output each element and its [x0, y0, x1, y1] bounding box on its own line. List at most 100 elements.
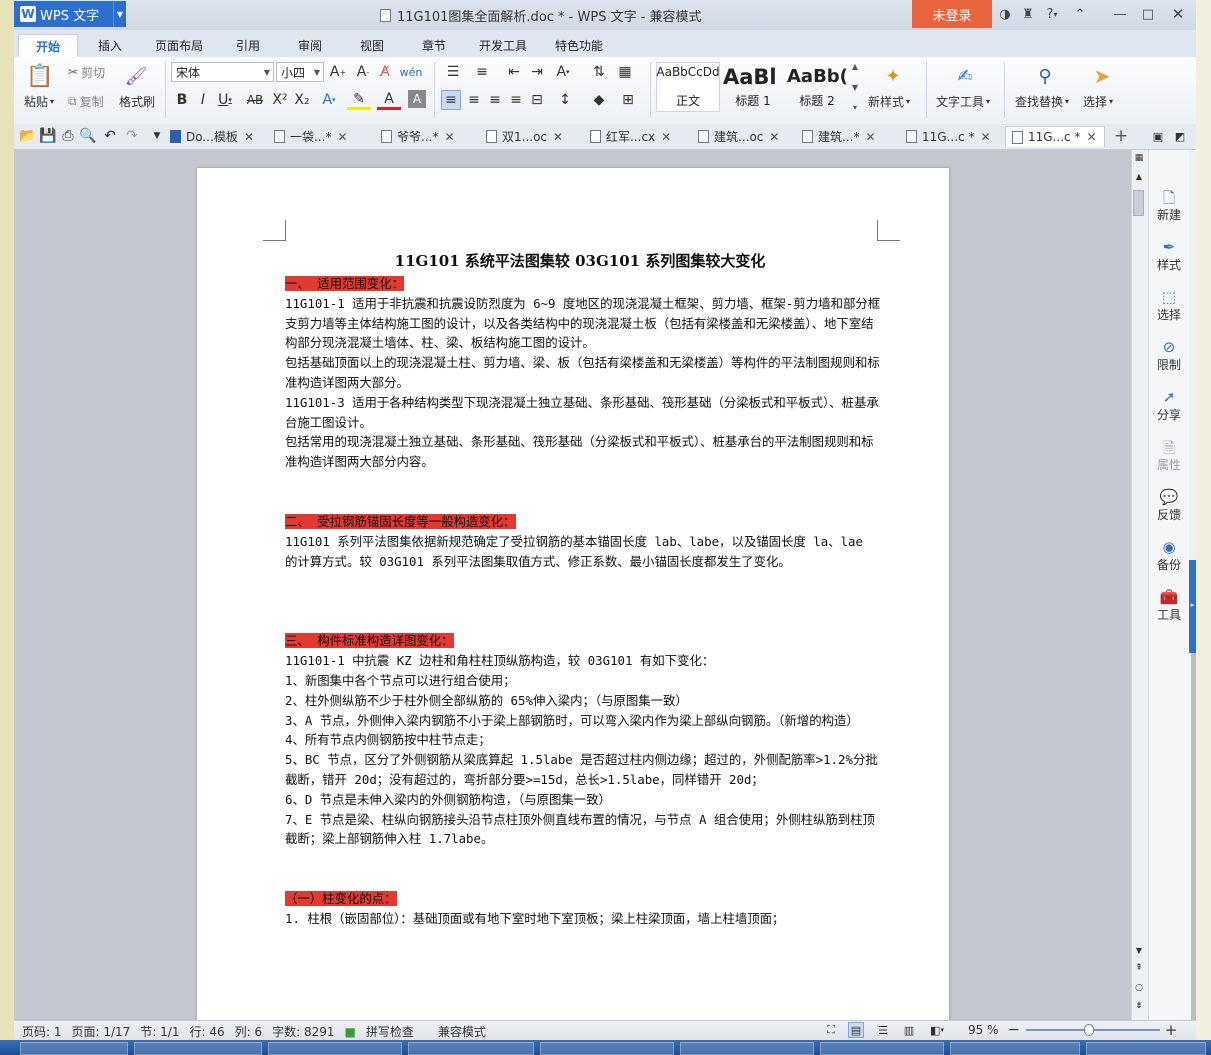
- paste-icon[interactable]: 📋: [26, 62, 54, 90]
- shading-icon[interactable]: ◆: [586, 90, 612, 110]
- fullscreen-icon[interactable]: ⛶: [824, 1022, 838, 1038]
- tab-list-icon[interactable]: ▣: [1150, 128, 1166, 144]
- scrollbar-thumb[interactable]: [1133, 190, 1144, 216]
- bold-icon[interactable]: B: [174, 90, 190, 110]
- cut-button[interactable]: ✂ 剪切: [68, 64, 105, 80]
- style-gallery-scroll[interactable]: ▲ ▼ ▾: [849, 62, 861, 112]
- doc-tab[interactable]: Do...模板 ✕: [170, 126, 266, 147]
- copy-button[interactable]: ⧉ 复制: [68, 93, 104, 109]
- align-center-icon[interactable]: ≡: [464, 90, 484, 110]
- panel-property-button[interactable]: 🗎 属性: [1148, 438, 1190, 473]
- new-style-button[interactable]: 新样式 ▾: [868, 93, 910, 109]
- taskbar-item[interactable]: [268, 1042, 402, 1055]
- doc-tab[interactable]: 红军...cx ✕: [590, 126, 686, 147]
- select-button[interactable]: 选择 ▾: [1083, 93, 1113, 109]
- tab-page-layout[interactable]: 页面布局: [146, 34, 212, 56]
- browse-object-icon[interactable]: ○: [1133, 982, 1145, 994]
- doc-tab-active[interactable]: 11G...c * ✕: [1005, 126, 1105, 147]
- decrease-indent-icon[interactable]: ⇤: [505, 62, 523, 82]
- distribute-icon[interactable]: ⊟: [527, 90, 547, 110]
- open-folder-icon[interactable]: 📂: [19, 128, 36, 144]
- tab-menu-icon[interactable]: ◩: [1172, 128, 1188, 144]
- find-replace-button[interactable]: 查找替换 ▾: [1015, 93, 1069, 109]
- ribbon-collapse-icon[interactable]: ⌃: [1070, 4, 1090, 24]
- format-painter-icon[interactable]: 🖌: [122, 62, 150, 90]
- bullet-list-icon[interactable]: ☰: [441, 62, 465, 82]
- chevron-down-icon[interactable]: ▼: [113, 1, 126, 27]
- tab-developer[interactable]: 开发工具: [470, 34, 536, 56]
- taskbar-item[interactable]: [20, 1042, 128, 1055]
- panel-backup-button[interactable]: ◉ 备份: [1148, 538, 1190, 573]
- web-view-icon[interactable]: ▥: [902, 1022, 916, 1038]
- login-button[interactable]: 未登录: [912, 0, 992, 28]
- close-window-button[interactable]: ✕: [1166, 4, 1190, 24]
- format-painter-button[interactable]: 格式刷: [119, 93, 155, 109]
- taskbar-item[interactable]: [820, 1042, 944, 1055]
- shrink-font-icon[interactable]: A-: [355, 62, 371, 82]
- pinyin-icon[interactable]: wén: [400, 62, 423, 82]
- skin-icon[interactable]: ◑: [995, 4, 1015, 24]
- subscript-icon[interactable]: X₂: [294, 90, 310, 110]
- panel-select-button[interactable]: ⬚ 选择: [1148, 288, 1190, 323]
- close-icon[interactable]: ✕: [337, 130, 347, 144]
- close-icon[interactable]: ✕: [244, 130, 254, 144]
- sort-icon[interactable]: ⇅: [588, 62, 610, 82]
- text-effect-icon[interactable]: A ▾: [317, 90, 341, 110]
- tab-features[interactable]: 特色功能: [546, 34, 612, 56]
- clear-format-icon[interactable]: A̸: [377, 62, 393, 82]
- style-heading-1[interactable]: AaBl 标题 1: [722, 62, 784, 112]
- close-icon[interactable]: ✕: [769, 130, 779, 144]
- doc-tab[interactable]: 一袋...* ✕: [274, 126, 370, 147]
- justify-icon[interactable]: ≡: [506, 90, 526, 110]
- redo-icon[interactable]: ↷: [124, 128, 140, 144]
- asian-layout-icon[interactable]: A ▾: [550, 62, 576, 82]
- increase-indent-icon[interactable]: ⇥: [528, 62, 546, 82]
- spell-check-toggle[interactable]: ■ 拼写检查: [345, 1023, 424, 1040]
- paste-button[interactable]: 粘贴 ▾: [24, 93, 54, 109]
- strikethrough-icon[interactable]: AB: [242, 90, 268, 110]
- table-borders-icon[interactable]: ▦: [616, 62, 634, 82]
- vertical-scrollbar[interactable]: [1131, 150, 1148, 1020]
- font-name-select[interactable]: 宋体 ▼: [171, 62, 274, 82]
- text-tools-button[interactable]: 文字工具 ▾: [936, 93, 990, 109]
- scroll-down-icon[interactable]: ▼: [1133, 944, 1145, 956]
- tab-insert[interactable]: 插入: [84, 34, 136, 56]
- text-tools-icon[interactable]: ✍: [950, 62, 980, 90]
- binoculars-icon[interactable]: ⚲: [1030, 62, 1060, 90]
- grow-font-icon[interactable]: A +: [330, 62, 346, 82]
- help-button[interactable]: ? ▾: [1041, 4, 1063, 24]
- panel-share-button[interactable]: ➚ 分享: [1148, 388, 1190, 423]
- numbered-list-icon[interactable]: ≡: [470, 62, 494, 82]
- highlight-icon[interactable]: ✎: [347, 90, 371, 110]
- zoom-slider-thumb[interactable]: [1084, 1024, 1095, 1036]
- zoom-level[interactable]: 95 %: [968, 1021, 1004, 1039]
- reading-mode-icon[interactable]: ◧ ▾: [926, 1022, 948, 1038]
- quick-access-dropdown-icon[interactable]: ▼: [150, 128, 164, 144]
- panel-restrict-button[interactable]: ⊘ 限制: [1148, 338, 1190, 373]
- zoom-in-icon[interactable]: +: [1164, 1021, 1178, 1039]
- panel-feedback-button[interactable]: 💬 反馈: [1148, 488, 1190, 523]
- tab-review[interactable]: 审阅: [284, 34, 336, 56]
- tab-home[interactable]: 开始: [18, 34, 78, 57]
- taskbar-item[interactable]: [680, 1042, 814, 1055]
- panel-new-button[interactable]: 🗋 新建: [1148, 188, 1190, 223]
- shirt-icon[interactable]: ♜: [1018, 4, 1038, 24]
- taskbar-item[interactable]: [1086, 1042, 1206, 1055]
- prev-page-icon[interactable]: ⇞: [1133, 962, 1145, 974]
- superscript-icon[interactable]: X²: [272, 90, 288, 110]
- borders-icon[interactable]: ⊞: [616, 90, 640, 110]
- line-spacing-icon[interactable]: ↕: [552, 90, 578, 110]
- tab-references[interactable]: 引用: [222, 34, 274, 56]
- doc-tab[interactable]: 双1...oc ✕: [486, 126, 576, 147]
- style-normal[interactable]: AaBbCcDd 正文: [656, 62, 720, 112]
- next-page-icon[interactable]: ⇟: [1133, 1000, 1145, 1012]
- taskbar-item[interactable]: [134, 1042, 262, 1055]
- char-shading-icon[interactable]: A: [408, 90, 426, 108]
- doc-tab[interactable]: 建筑...oc ✕: [698, 126, 794, 147]
- split-view-icon[interactable]: ▦: [1133, 152, 1145, 164]
- page-view-icon[interactable]: ▤: [848, 1022, 864, 1038]
- tab-chapter[interactable]: 章节: [408, 34, 460, 56]
- taskbar-item[interactable]: [408, 1042, 534, 1055]
- align-right-icon[interactable]: ≡: [485, 90, 505, 110]
- print-icon[interactable]: ⎙: [60, 128, 76, 144]
